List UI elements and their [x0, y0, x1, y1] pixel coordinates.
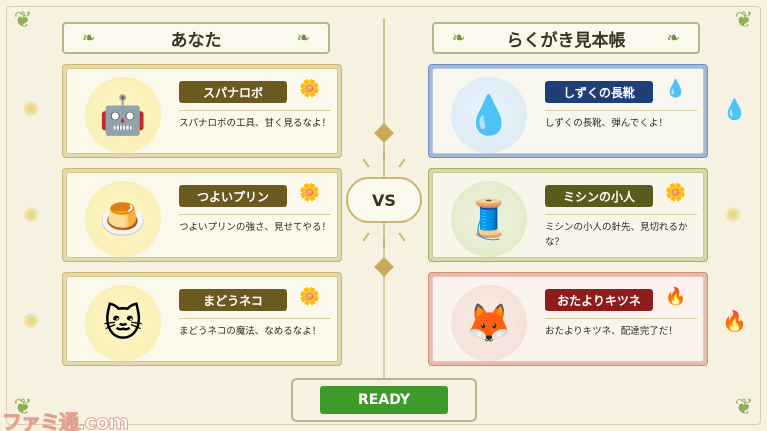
opponent-character-card[interactable]: 🧵 ミシンの小人 🌼 ミシンの小人の針先、見切れるかな？	[428, 168, 708, 262]
leaf-icon: ❧	[296, 28, 310, 47]
separator	[179, 110, 331, 111]
character-description: しずくの長靴、弾んでくよ！	[545, 118, 668, 129]
side-flower-icon: ✺	[22, 309, 40, 333]
sun-icon: 🌼	[299, 183, 321, 203]
opponent-character-card[interactable]: 🦊 おたよりキツネ 🔥 おたよりキツネ、配達完了だ！	[428, 272, 708, 366]
sun-icon: 🌼	[299, 287, 321, 307]
player-team-title: あなた	[170, 30, 222, 51]
leaf-icon: ❧	[452, 28, 466, 47]
side-flower-icon: ✺	[724, 203, 742, 227]
corner-leaf-icon: ❦	[734, 395, 754, 420]
separator	[545, 318, 697, 319]
watermark: ファミ通.com	[1, 410, 129, 431]
ready-panel: READY	[291, 378, 477, 422]
player-team-header: ❧ あなた ❧	[62, 22, 330, 54]
water-drop-icon: 💧	[665, 79, 687, 99]
droplet-icon: 💧	[451, 77, 527, 153]
vs-badge: VS	[346, 177, 422, 223]
leaf-icon: ❧	[666, 28, 680, 47]
sun-icon: 🌼	[665, 183, 687, 203]
side-flower-icon: ✺	[22, 97, 40, 121]
corner-leaf-icon: ❦	[734, 8, 754, 33]
leaf-icon: ❧	[82, 28, 96, 47]
separator	[179, 214, 331, 215]
character-description: おたよりキツネ、配達完了だ！	[545, 326, 678, 337]
player-character-card[interactable]: 🐱 まどうネコ 🌼 まどうネコの魔法、なめるなよ！	[62, 272, 342, 366]
opponent-team-header: ❧ らくがき見本帳 ❧	[432, 22, 700, 54]
separator	[179, 318, 331, 319]
side-fire-icon: 🔥	[722, 309, 747, 333]
character-name: しずくの長靴	[545, 81, 653, 103]
character-description: ミシンの小人の針先、見切れるかな？	[545, 222, 688, 248]
character-description: つよいプリンの強さ、見せてやる！	[179, 222, 332, 233]
character-name: まどうネコ	[179, 289, 287, 311]
character-name: スパナロボ	[179, 81, 287, 103]
robot-icon: 🤖	[85, 77, 161, 153]
side-flower-icon: ✺	[22, 203, 40, 227]
fire-icon: 🔥	[665, 287, 687, 307]
player-character-card[interactable]: 🤖 スパナロボ 🌼 スパナロボの工具、甘く見るなよ！	[62, 64, 342, 158]
vs-ray	[383, 152, 385, 162]
separator	[545, 214, 697, 215]
opponent-character-card[interactable]: 💧 しずくの長靴 💧 しずくの長靴、弾んでくよ！	[428, 64, 708, 158]
character-name: おたよりキツネ	[545, 289, 653, 311]
side-water-drop-icon: 💧	[722, 97, 747, 121]
fox-icon: 🦊	[451, 285, 527, 361]
character-name: ミシンの小人	[545, 185, 653, 207]
cat-wizard-icon: 🐱	[85, 285, 161, 361]
sun-icon: 🌼	[299, 79, 321, 99]
opponent-team-title: らくがき見本帳	[506, 30, 626, 51]
character-name: つよいプリン	[179, 185, 287, 207]
player-character-card[interactable]: 🍮 つよいプリン 🌼 つよいプリンの強さ、見せてやる！	[62, 168, 342, 262]
character-description: まどうネコの魔法、なめるなよ！	[179, 326, 322, 337]
pudding-icon: 🍮	[85, 181, 161, 257]
ready-button[interactable]: READY	[320, 386, 448, 414]
separator	[545, 110, 697, 111]
character-description: スパナロボの工具、甘く見るなよ！	[179, 118, 332, 129]
corner-leaf-icon: ❦	[13, 8, 33, 33]
vs-ray	[383, 238, 385, 248]
sewing-machine-icon: 🧵	[451, 181, 527, 257]
